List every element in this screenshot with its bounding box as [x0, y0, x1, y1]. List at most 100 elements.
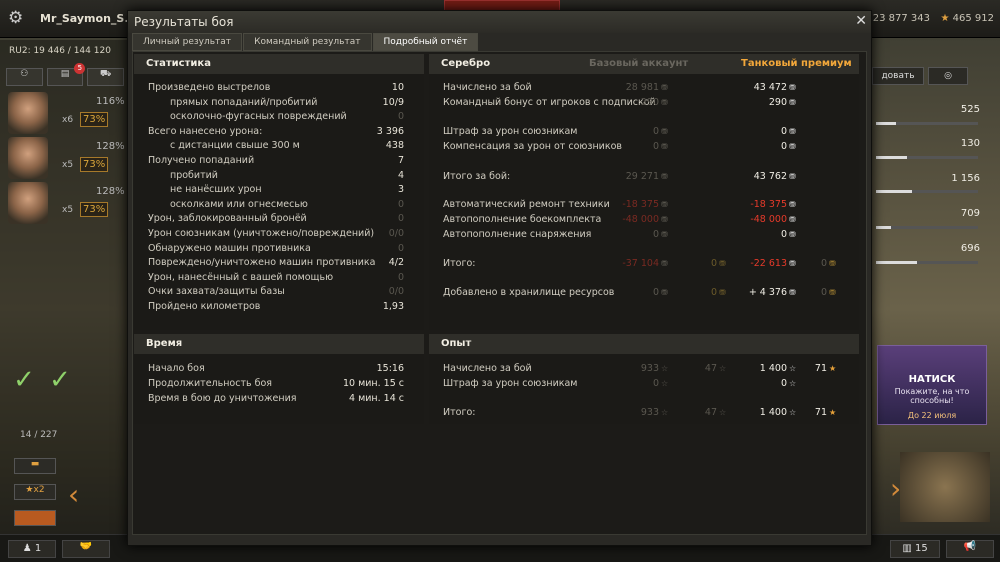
xp-base-bonus: 47: [704, 363, 717, 374]
crew-portrait: [8, 92, 48, 134]
time-row: Время в бою до уничтожения 4 мин. 14 с: [134, 392, 424, 406]
chevron-left-icon[interactable]: ‹: [68, 478, 79, 511]
stat-bar: [876, 122, 978, 125]
right-action-button[interactable]: довать: [872, 67, 924, 85]
stat-row: Повреждено/уничтожено машин противника 4/…: [134, 256, 424, 270]
stat-row: Очки захвата/защиты базы 0/0: [134, 285, 424, 299]
promo-title: НАТИСК: [908, 374, 956, 385]
crew-multiplier: x6: [62, 115, 74, 125]
stat-value: 10: [391, 82, 404, 93]
handshake-button[interactable]: 🤝: [62, 540, 110, 558]
settings-gear-icon[interactable]: ⚙: [8, 9, 26, 27]
stat-label: не нанёсших урон: [170, 184, 262, 196]
silver-base-value: 28 981: [625, 82, 659, 93]
stat-row: Пройдено километров 1,93: [134, 300, 424, 314]
stat-label: Урон, заблокированный бронёй: [148, 213, 307, 225]
silver-base-value: 0: [652, 126, 659, 137]
crew-button-3[interactable]: ⛟: [87, 68, 125, 86]
silver-premium-bonus: 0: [820, 258, 827, 269]
silver-base-value: -48 000: [622, 214, 659, 225]
notification-badge: 5: [74, 63, 86, 74]
silver-coin-icon: ⛃: [789, 200, 796, 209]
silver-coin-icon: ⛃: [661, 142, 668, 151]
xp-premium-bonus: 71: [814, 363, 827, 374]
stat-value: 0: [397, 213, 404, 225]
crew-button-2[interactable]: ▤ 5: [46, 63, 86, 86]
silver-premium-value: 290: [768, 97, 787, 108]
time-row: Начало боя 15:16: [134, 362, 424, 376]
stat-value: 1,93: [382, 301, 404, 312]
time-label: Время в бою до уничтожения: [148, 393, 297, 404]
silver-premium-value: 43 762: [753, 171, 787, 182]
crew-button-1[interactable]: ⚇: [6, 68, 43, 86]
battles-button[interactable]: ▥ 15: [890, 540, 940, 558]
silver-header: Серебро Базовый аккаунт Танковый премиум: [429, 54, 859, 74]
promo-banner[interactable]: НАТИСК Покажите, на что способны! До 22 …: [877, 345, 987, 425]
time-value: 10 мин. 15 с: [342, 378, 404, 389]
xp-star-icon: ★: [829, 408, 837, 417]
stats-panel: Статистика Произведено выстрелов 10 прямых…: [134, 54, 424, 330]
right-toggle-button[interactable]: ◎: [928, 67, 968, 85]
xp-star-icon: ☆: [661, 364, 669, 373]
crew-level: 116%: [96, 96, 125, 107]
col-base-account: Базовый аккаунт: [589, 58, 689, 69]
silver-row: Начислено за бой 28 981 ⛃ 43 472 ⛃: [429, 81, 859, 95]
gold-value: 23 877 343: [872, 13, 930, 24]
crew-level: 128%: [96, 141, 125, 152]
tab-team[interactable]: Командный результат: [243, 33, 372, 51]
crew-portrait: [8, 182, 48, 224]
dialog-tabs: Личный результат Командный результат Под…: [132, 33, 479, 51]
tab-detailed[interactable]: Подробный отчёт: [372, 33, 479, 51]
silver-base-bonus: 0: [710, 287, 717, 298]
xp-row: Начислено за бой 933 ☆ 47 ☆ 1 400 ☆ 71 ★: [429, 362, 859, 376]
crew-multiplier: x5: [62, 160, 74, 170]
players-button[interactable]: ♟ 1: [8, 540, 56, 558]
left-crew-panel: RU2: 19 446 / 144 120 ⚇ ▤ 5 ⛟ 116% x6 73%…: [0, 40, 128, 562]
silver-row: Автоматический ремонт техники -18 375 ⛃ -18…: [429, 198, 859, 212]
silver-premium-bonus: 0: [820, 287, 827, 298]
silver-label: Начислено за бой: [443, 82, 532, 93]
crew-member-2[interactable]: 128% x5 73%: [4, 137, 126, 181]
credits-balance: ★ 465 912: [940, 13, 994, 24]
stat-value: 0: [397, 242, 404, 254]
xp-star-icon: ☆: [661, 379, 669, 388]
vehicle-counter: 14 / 227: [20, 430, 58, 440]
silver-panel: Серебро Базовый аккаунт Танковый премиум Н…: [429, 54, 859, 330]
dialog-content: Статистика Произведено выстрелов 10 прямых…: [132, 51, 867, 535]
loot-box-image[interactable]: [900, 452, 990, 522]
stats-header: Статистика: [134, 54, 424, 74]
tab-personal[interactable]: Личный результат: [132, 33, 243, 51]
special-filter-button[interactable]: [14, 510, 56, 526]
silver-premium-value: -22 613: [750, 258, 787, 269]
tank-filter-button[interactable]: ▬: [14, 458, 56, 474]
stat-label: Получено попаданий: [148, 155, 255, 166]
stat-row: прямых попаданий/пробитий 10/9: [134, 96, 424, 110]
stat-row: осколочно-фугасных повреждений 0: [134, 110, 424, 124]
crew-member-1[interactable]: 116% x6 73%: [4, 92, 126, 136]
stat-bar: [876, 226, 978, 229]
silver-premium-value: 0: [780, 141, 787, 152]
stat-label: Урон, нанесённый с вашей помощью: [148, 271, 334, 283]
xp-header: Опыт: [429, 334, 859, 354]
notifications-button[interactable]: 📢: [946, 540, 994, 558]
stat-value: 10/9: [382, 96, 404, 108]
battles-count: 15: [914, 543, 928, 554]
stat-bar: [876, 261, 978, 264]
stat-row: пробитий 4: [134, 169, 424, 183]
check-icon[interactable]: ✓: [6, 365, 42, 399]
crew-member-3[interactable]: 128% x5 73%: [4, 182, 126, 226]
silver-header-label: Серебро: [441, 58, 491, 69]
promo-subtitle: Покажите, на что способны!: [894, 387, 970, 405]
crew-buttons: ⚇ ▤ 5 ⛟: [6, 63, 125, 86]
silver-label: Итого за бой:: [443, 171, 511, 182]
silver-premium-value: 43 472: [753, 82, 787, 93]
close-icon[interactable]: ✕: [855, 13, 867, 29]
bonus-icon: ⛃: [829, 288, 836, 297]
silver-premium-value: + 4 376: [748, 287, 787, 298]
check-icon[interactable]: ✓: [42, 365, 78, 399]
stat-row: Урон союзникам (уничтожено/повреждений) 0…: [134, 227, 424, 241]
time-value: 4 мин. 14 с: [349, 393, 404, 404]
silver-coin-icon: ⛃: [661, 127, 668, 136]
stat-label: Всего нанесено урона:: [148, 125, 263, 137]
stars-filter-button[interactable]: ★x2: [14, 484, 56, 500]
